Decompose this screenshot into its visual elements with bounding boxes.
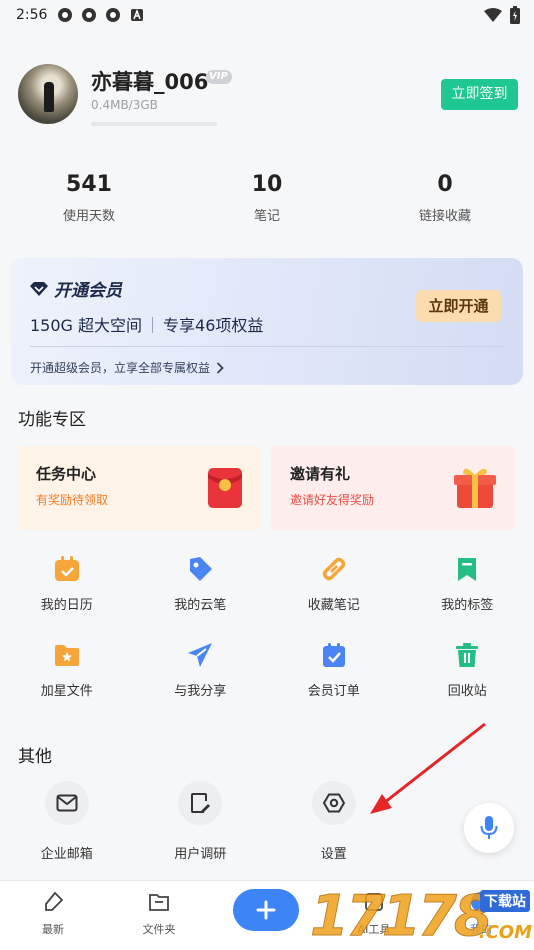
vip-membership-card[interactable]: 开通会员 150G 超大空间 专享46项权益 立即开通 开通超级会员，立享全部专属… [11,258,523,385]
benefit-separator [152,317,154,333]
trash-icon [456,643,479,667]
survey-icon [191,793,211,813]
star-folder-icon [54,645,79,666]
stat-label: 笔记 [253,209,280,224]
storage-usage: 0.4MB/3GB [91,98,158,112]
watermark-digits: 17178 [310,884,494,950]
vip-card-divider [30,346,503,347]
avatar[interactable] [18,64,78,124]
grid-item-label: 加星文件 [40,684,93,699]
other-item-enterprise-mail[interactable]: 企业邮箱 [0,781,134,862]
watermark-domain: .COM [478,922,532,943]
other-item-user-survey[interactable]: 用户调研 [134,781,268,862]
link-icon [322,557,345,581]
vip-badge: VIP [206,70,232,84]
username: 亦暮暮_006 [91,70,209,94]
open-vip-button[interactable]: 立即开通 [416,290,501,322]
stat-value: 0 [437,172,453,197]
app-notification-icon [58,8,73,22]
vip-card-footer-link[interactable]: 开通超级会员，立享全部专属权益 [30,359,224,376]
stat-usage-days[interactable]: 541 使用天数 [0,172,178,224]
grid-item-my-tags[interactable]: 我的标签 [401,553,534,613]
stat-link-favorites[interactable]: 0 链接收藏 [356,172,534,224]
settings-icon [322,793,345,813]
card-subtitle: 有奖励待领取 [36,493,109,507]
other-item-label: 用户调研 [174,847,227,862]
status-bar: 2:56 [0,0,534,30]
feature-grid: 我的日历 我的云笔 收藏笔记 我的标签 加星文件 与我分享 会员订单 回收站 [0,553,534,699]
pen-tag-icon [190,557,213,581]
invite-gift-card[interactable]: 邀请有礼 邀请好友得奖励 [271,446,515,530]
order-check-icon [322,643,345,667]
grid-item-label: 我的云笔 [174,598,227,613]
others-section-title: 其他 [18,747,52,767]
red-envelope-icon [208,468,242,508]
other-item-label: 设置 [320,847,347,862]
battery-icon [510,6,520,24]
vip-footer-text: 开通超级会员，立享全部专属权益 [30,361,211,375]
stats-row: 541 使用天数 10 笔记 0 链接收藏 [0,172,534,224]
calendar-icon [54,556,79,581]
grid-item-my-cloud-pen[interactable]: 我的云笔 [134,553,268,613]
plus-icon [256,900,276,920]
grid-item-favorite-notes[interactable]: 收藏笔记 [267,553,401,613]
card-subtitle: 邀请好友得奖励 [290,493,375,507]
diamond-icon [30,281,48,296]
task-center-card[interactable]: 任务中心 有奖励待领取 [17,446,261,530]
send-icon [188,643,213,667]
microphone-icon [480,816,498,839]
grid-item-label: 我的标签 [441,598,494,613]
grid-item-label: 收藏笔记 [307,598,360,613]
benefit-rights: 专享46项权益 [163,316,264,335]
nav-label: 最新 [42,923,64,936]
grid-item-my-calendar[interactable]: 我的日历 [0,553,134,613]
grid-item-label: 我的日历 [40,598,93,613]
voice-input-button[interactable] [464,803,514,853]
benefit-space: 150G 超大空间 [30,316,143,335]
storage-progress-bar [91,122,217,126]
vip-card-title: 开通会员 [30,276,122,301]
card-title: 邀请有礼 [290,465,351,483]
others-row: 企业邮箱 用户调研 设置 [0,781,534,862]
stat-value: 10 [251,172,283,197]
a-notification-icon [131,8,144,21]
grid-item-label: 回收站 [447,684,487,699]
vip-benefits: 150G 超大空间 专享46项权益 [30,312,263,336]
checkin-button[interactable]: 立即签到 [441,79,518,110]
features-section-title: 功能专区 [18,410,86,430]
app-notification-icon [106,8,121,22]
chevron-right-icon [216,361,224,374]
nav-item-folder[interactable]: 文件夹 [129,891,189,937]
app-notification-icon [82,8,97,22]
grid-item-label: 与我分享 [174,684,227,699]
mail-icon [56,794,78,812]
folder-icon [149,894,169,911]
watermark-logo: 17178 下载站 .COM [310,884,534,950]
profile-header: 亦暮暮_006 VIP 0.4MB/3GB 立即签到 [18,64,518,126]
status-time: 2:56 [16,7,48,23]
recent-icon [45,891,64,911]
card-title: 任务中心 [36,465,97,483]
vip-card-title-text: 开通会员 [54,281,122,301]
grid-item-shared-with-me[interactable]: 与我分享 [134,639,268,699]
grid-item-member-orders[interactable]: 会员订单 [267,639,401,699]
stat-label: 链接收藏 [418,209,471,224]
grid-item-label: 会员订单 [307,684,360,699]
nav-item-recent[interactable]: 最新 [23,891,83,937]
nav-label: 文件夹 [142,923,176,936]
other-item-settings[interactable]: 设置 [267,781,401,862]
stat-notes[interactable]: 10 笔记 [178,172,356,224]
other-item-label: 企业邮箱 [40,847,93,862]
watermark-tag: 下载站 [480,890,530,912]
stat-label: 使用天数 [62,209,115,224]
wifi-icon [484,8,502,22]
add-new-button[interactable] [233,889,299,931]
bookmark-icon [458,558,477,581]
grid-item-starred-files[interactable]: 加星文件 [0,639,134,699]
gift-box-icon [454,468,496,508]
stat-value: 541 [66,172,112,197]
grid-item-recycle-bin[interactable]: 回收站 [401,639,534,699]
